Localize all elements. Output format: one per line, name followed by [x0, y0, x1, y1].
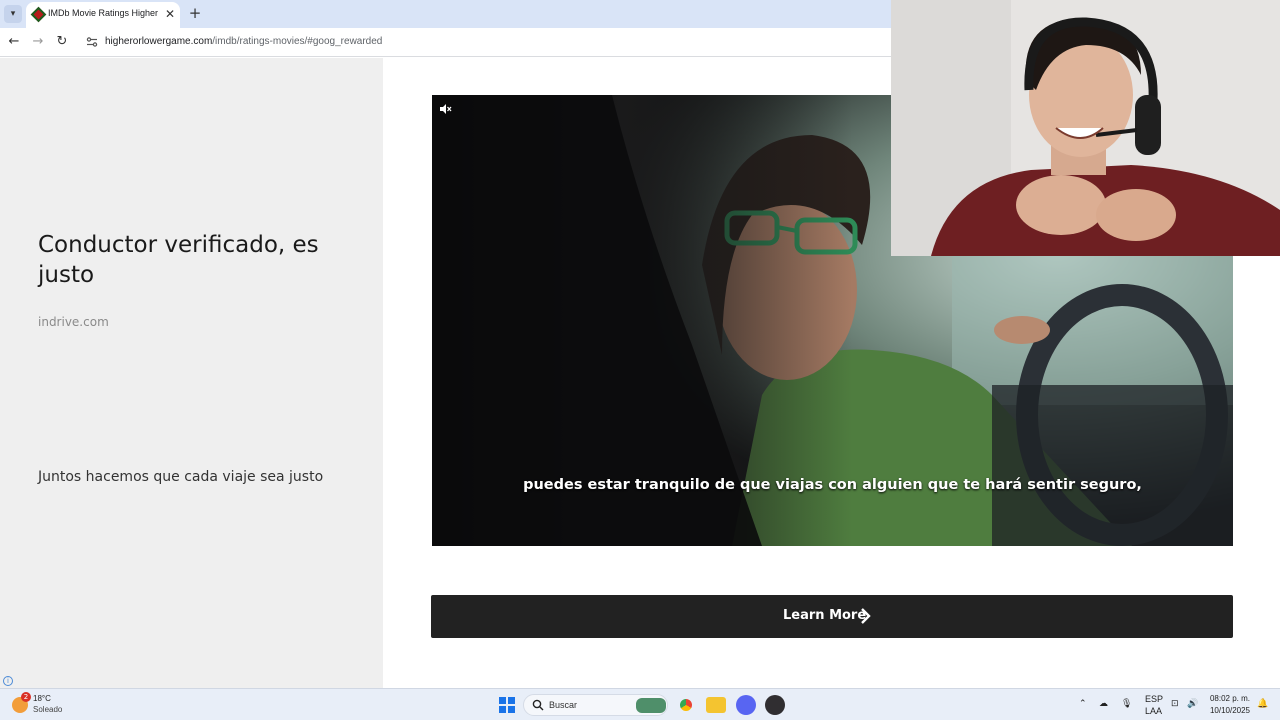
- obs-icon[interactable]: [765, 695, 785, 715]
- clock-date[interactable]: 10/10/2025: [1210, 706, 1250, 715]
- tab-close-button[interactable]: ✕: [163, 6, 177, 22]
- wifi-icon[interactable]: ⊡: [1171, 698, 1179, 709]
- notification-icon[interactable]: 🔔: [1257, 698, 1268, 709]
- site-info-icon[interactable]: [86, 36, 98, 48]
- reload-icon[interactable]: ↻: [54, 34, 70, 50]
- clock-time[interactable]: 08:02 p. m.: [1210, 694, 1250, 703]
- forward-icon[interactable]: →: [30, 34, 46, 50]
- weather-condition[interactable]: Soleado: [33, 705, 62, 714]
- url-path: /imdb/ratings-movies/#goog_rewarded: [212, 36, 383, 47]
- webcam-person-image: [891, 0, 1280, 256]
- input-lang[interactable]: ESP: [1145, 694, 1163, 704]
- video-subtitle: puedes estar tranquilo de que viajas con…: [523, 477, 1142, 493]
- new-tab-button[interactable]: +: [186, 4, 204, 22]
- mute-icon[interactable]: [438, 101, 452, 115]
- chrome-icon[interactable]: [676, 695, 696, 715]
- webcam-overlay: [891, 0, 1280, 256]
- mic-icon[interactable]: 🎙: [1121, 698, 1132, 709]
- chevron-right-icon: [861, 608, 871, 624]
- speaker-icon[interactable]: 🔊: [1187, 698, 1198, 709]
- ad-info-panel: Conductor verificado, es justo indrive.c…: [0, 58, 383, 688]
- ad-headline[interactable]: Conductor verificado, es justo: [38, 230, 358, 290]
- weather-temp[interactable]: 18°C: [33, 694, 51, 703]
- site-favicon-icon: [30, 6, 47, 23]
- weather-badge: 2: [21, 692, 31, 702]
- windows-taskbar: 2 18°C Soleado Buscar ⌃ ☁ 🎙 ESP LAA ⊡ 🔊 …: [0, 688, 1280, 720]
- tab-imdb-ratings[interactable]: IMDb Movie Ratings Higher or ✕: [26, 2, 180, 28]
- ad-domain[interactable]: indrive.com: [38, 315, 109, 329]
- learn-more-button[interactable]: Learn More: [431, 595, 1233, 638]
- input-layout[interactable]: LAA: [1145, 706, 1162, 716]
- learn-more-label: Learn More: [783, 608, 867, 623]
- tray-overflow-icon[interactable]: ⌃: [1079, 698, 1087, 709]
- onedrive-icon[interactable]: ☁: [1099, 698, 1108, 709]
- ad-info-icon[interactable]: i: [3, 676, 13, 686]
- windows-start-icon[interactable]: [499, 697, 515, 713]
- ad-description: Juntos hacemos que cada viaje sea justo: [38, 469, 324, 485]
- back-icon[interactable]: ←: [6, 34, 22, 50]
- url-host: higherorlowergame.com: [105, 36, 213, 47]
- search-label: Buscar: [549, 700, 578, 710]
- search-icon: [532, 699, 544, 711]
- tab-list-icon[interactable]: ▾: [4, 5, 22, 23]
- tab-title: IMDb Movie Ratings Higher or: [48, 8, 160, 18]
- file-explorer-icon[interactable]: [706, 697, 726, 713]
- discord-icon[interactable]: [736, 695, 756, 715]
- address-bar[interactable]: higherorlowergame.com/imdb/ratings-movie…: [105, 36, 382, 47]
- taskbar-search[interactable]: Buscar: [523, 694, 668, 716]
- search-highlight-image: [636, 698, 666, 713]
